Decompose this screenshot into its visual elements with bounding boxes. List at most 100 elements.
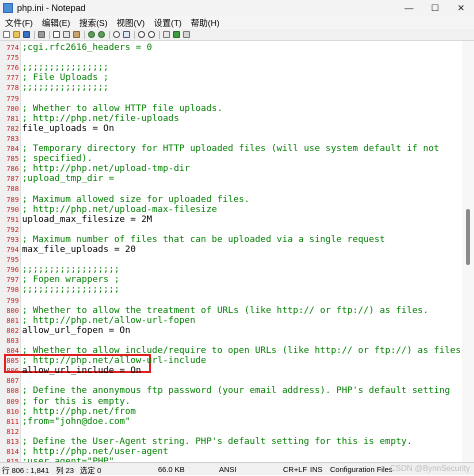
code-line[interactable]: 807 (0, 376, 462, 386)
code-line[interactable]: 801; http://php.net/allow-url-fopen (0, 316, 462, 326)
status-file-size: 66.0 KB (158, 465, 185, 474)
paste-icon[interactable] (73, 31, 80, 38)
comment-text: ; Whether to allow include/require to op… (22, 346, 462, 356)
code-line[interactable]: 792 (0, 225, 462, 235)
text-editor[interactable]: 774 ;cgi.rfc2616_headers = 0 775 776;;;;;;;… (0, 41, 462, 462)
wrap-icon[interactable] (163, 31, 170, 38)
replace-icon[interactable] (123, 31, 130, 38)
comment-text: ; http://php.net/allow-url-fopen (22, 315, 196, 326)
code-line[interactable]: 799 (0, 296, 462, 306)
vertical-scrollbar[interactable] (462, 41, 474, 462)
code-line[interactable]: 777; File Uploads ; (0, 73, 462, 83)
code-line[interactable]: 798;;;;;;;;;;;;;;;;;; (0, 285, 462, 295)
code-line[interactable]: 800; Whether to allow the treatment of U… (0, 306, 462, 316)
code-line[interactable]: 794 max_file_uploads = 20 (0, 245, 462, 255)
code-line[interactable]: 806 allow_url_include = On (0, 366, 462, 376)
line-number: 783 (6, 134, 19, 143)
comment-text: ; Define the anonymous ftp password (you… (22, 386, 451, 397)
code-line[interactable]: 809; for this is empty. (0, 397, 462, 407)
toolbar-separator (134, 30, 135, 39)
menu-search[interactable]: 搜索(S) (74, 17, 111, 29)
code-line[interactable]: 812 (0, 427, 462, 437)
code-line[interactable]: 786; http://php.net/upload-tmp-dir (0, 164, 462, 174)
comment-text: ;upload_tmp_dir = (22, 174, 115, 185)
scrollbar-thumb[interactable] (466, 209, 470, 265)
redo-icon[interactable] (98, 31, 105, 38)
code-line[interactable]: 781; http://php.net/file-uploads (0, 114, 462, 124)
code-line[interactable]: 783 (0, 134, 462, 144)
code-line[interactable]: 785; specified). (0, 154, 462, 164)
line-number: 776 (6, 64, 19, 73)
comment-text: ; Define the User-Agent string. PHP's de… (22, 436, 413, 447)
line-number: 792 (6, 225, 19, 234)
code-line[interactable]: 790; http://php.net/upload-max-filesize (0, 205, 462, 215)
settings-icon[interactable] (183, 31, 190, 38)
menu-bar: 文件(F) 编辑(E) 搜索(S) 视图(V) 设置(T) 帮助(H) (0, 16, 474, 29)
comment-text: ; Whether to allow HTTP file uploads. (22, 103, 223, 114)
code-line[interactable]: 795 (0, 255, 462, 265)
code-line[interactable]: 797; Fopen wrappers ; (0, 275, 462, 285)
code-line[interactable]: 813; Define the User-Agent string. PHP's… (0, 437, 462, 447)
code-line[interactable]: 774 ;cgi.rfc2616_headers = 0 (0, 43, 462, 53)
code-line[interactable]: 796;;;;;;;;;;;;;;;;;; (0, 265, 462, 275)
open-icon[interactable] (13, 31, 20, 38)
code-line[interactable]: 782 file_uploads = On (0, 124, 462, 134)
zoom-in-icon[interactable] (138, 31, 145, 38)
line-number: 808 (6, 387, 19, 396)
line-number: 793 (6, 235, 19, 244)
new-icon[interactable] (3, 31, 10, 38)
code-line[interactable]: 793; Maximum number of files that can be… (0, 235, 462, 245)
print-icon[interactable] (38, 31, 45, 38)
cut-icon[interactable] (53, 31, 60, 38)
code-line[interactable]: 789; Maximum allowed size for uploaded f… (0, 195, 462, 205)
code-line[interactable]: 776;;;;;;;;;;;;;;;; (0, 63, 462, 73)
line-number: 809 (6, 397, 19, 406)
toolbar-separator (49, 30, 50, 39)
spellcheck-icon[interactable] (173, 31, 180, 38)
code-line[interactable]: 778;;;;;;;;;;;;;;;; (0, 83, 462, 93)
menu-edit[interactable]: 编辑(E) (37, 17, 74, 29)
maximize-button[interactable]: ☐ (422, 0, 448, 16)
line-number: 810 (6, 407, 19, 416)
menu-file[interactable]: 文件(F) (0, 17, 37, 29)
code-line[interactable]: 804; Whether to allow include/require to… (0, 346, 462, 356)
toolbar-separator (109, 30, 110, 39)
code-line[interactable]: 810; http://php.net/from (0, 407, 462, 417)
zoom-out-icon[interactable] (148, 31, 155, 38)
menu-view[interactable]: 视图(V) (112, 17, 149, 29)
code-line[interactable]: 780; Whether to allow HTTP file uploads. (0, 104, 462, 114)
status-mode: INS (310, 465, 323, 474)
code-line[interactable]: 784; Temporary directory for HTTP upload… (0, 144, 462, 154)
copy-icon[interactable] (63, 31, 70, 38)
line-number: 787 (6, 175, 19, 184)
comment-text: ; http://php.net/upload-tmp-dir (22, 164, 190, 175)
undo-icon[interactable] (88, 31, 95, 38)
code-line[interactable]: 803 (0, 336, 462, 346)
menu-settings[interactable]: 设置(T) (149, 17, 186, 29)
minimize-button[interactable]: — (396, 0, 422, 16)
close-button[interactable]: ✕ (448, 0, 474, 16)
comment-text: ; http://php.net/upload-max-filesize (22, 204, 218, 215)
code-line[interactable]: 775 (0, 53, 462, 63)
save-icon[interactable] (23, 31, 30, 38)
toolbar-separator (84, 30, 85, 39)
code-line[interactable]: 791 upload_max_filesize = 2M (0, 215, 462, 225)
line-number: 777 (6, 74, 19, 83)
code-line[interactable]: 805; http://php.net/allow-url-include (0, 356, 462, 366)
code-line[interactable]: 808; Define the anonymous ftp password (… (0, 386, 462, 396)
menu-help[interactable]: 帮助(H) (186, 17, 224, 29)
line-number: 805 (6, 357, 19, 366)
line-number: 784 (6, 145, 19, 153)
code-line[interactable]: 802 allow_url_fopen = On (0, 326, 462, 336)
comment-text: ; Maximum number of files that can be up… (22, 234, 386, 245)
code-line[interactable]: 788 (0, 184, 462, 194)
code-line[interactable]: 787 ;upload_tmp_dir = (0, 174, 462, 184)
code-line[interactable]: 814; http://php.net/user-agent (0, 447, 462, 457)
find-icon[interactable] (113, 31, 120, 38)
code-line[interactable]: 779 (0, 94, 462, 104)
line-number: 778 (6, 84, 19, 93)
line-number: 814 (6, 448, 19, 456)
code-line[interactable]: 811 ;from="john@doe.com" (0, 417, 462, 427)
status-bar: 行 806 : 1,841 列 23 选定 0 66.0 KB ANSI CR+… (0, 462, 474, 475)
notepad-app-icon (3, 3, 13, 13)
